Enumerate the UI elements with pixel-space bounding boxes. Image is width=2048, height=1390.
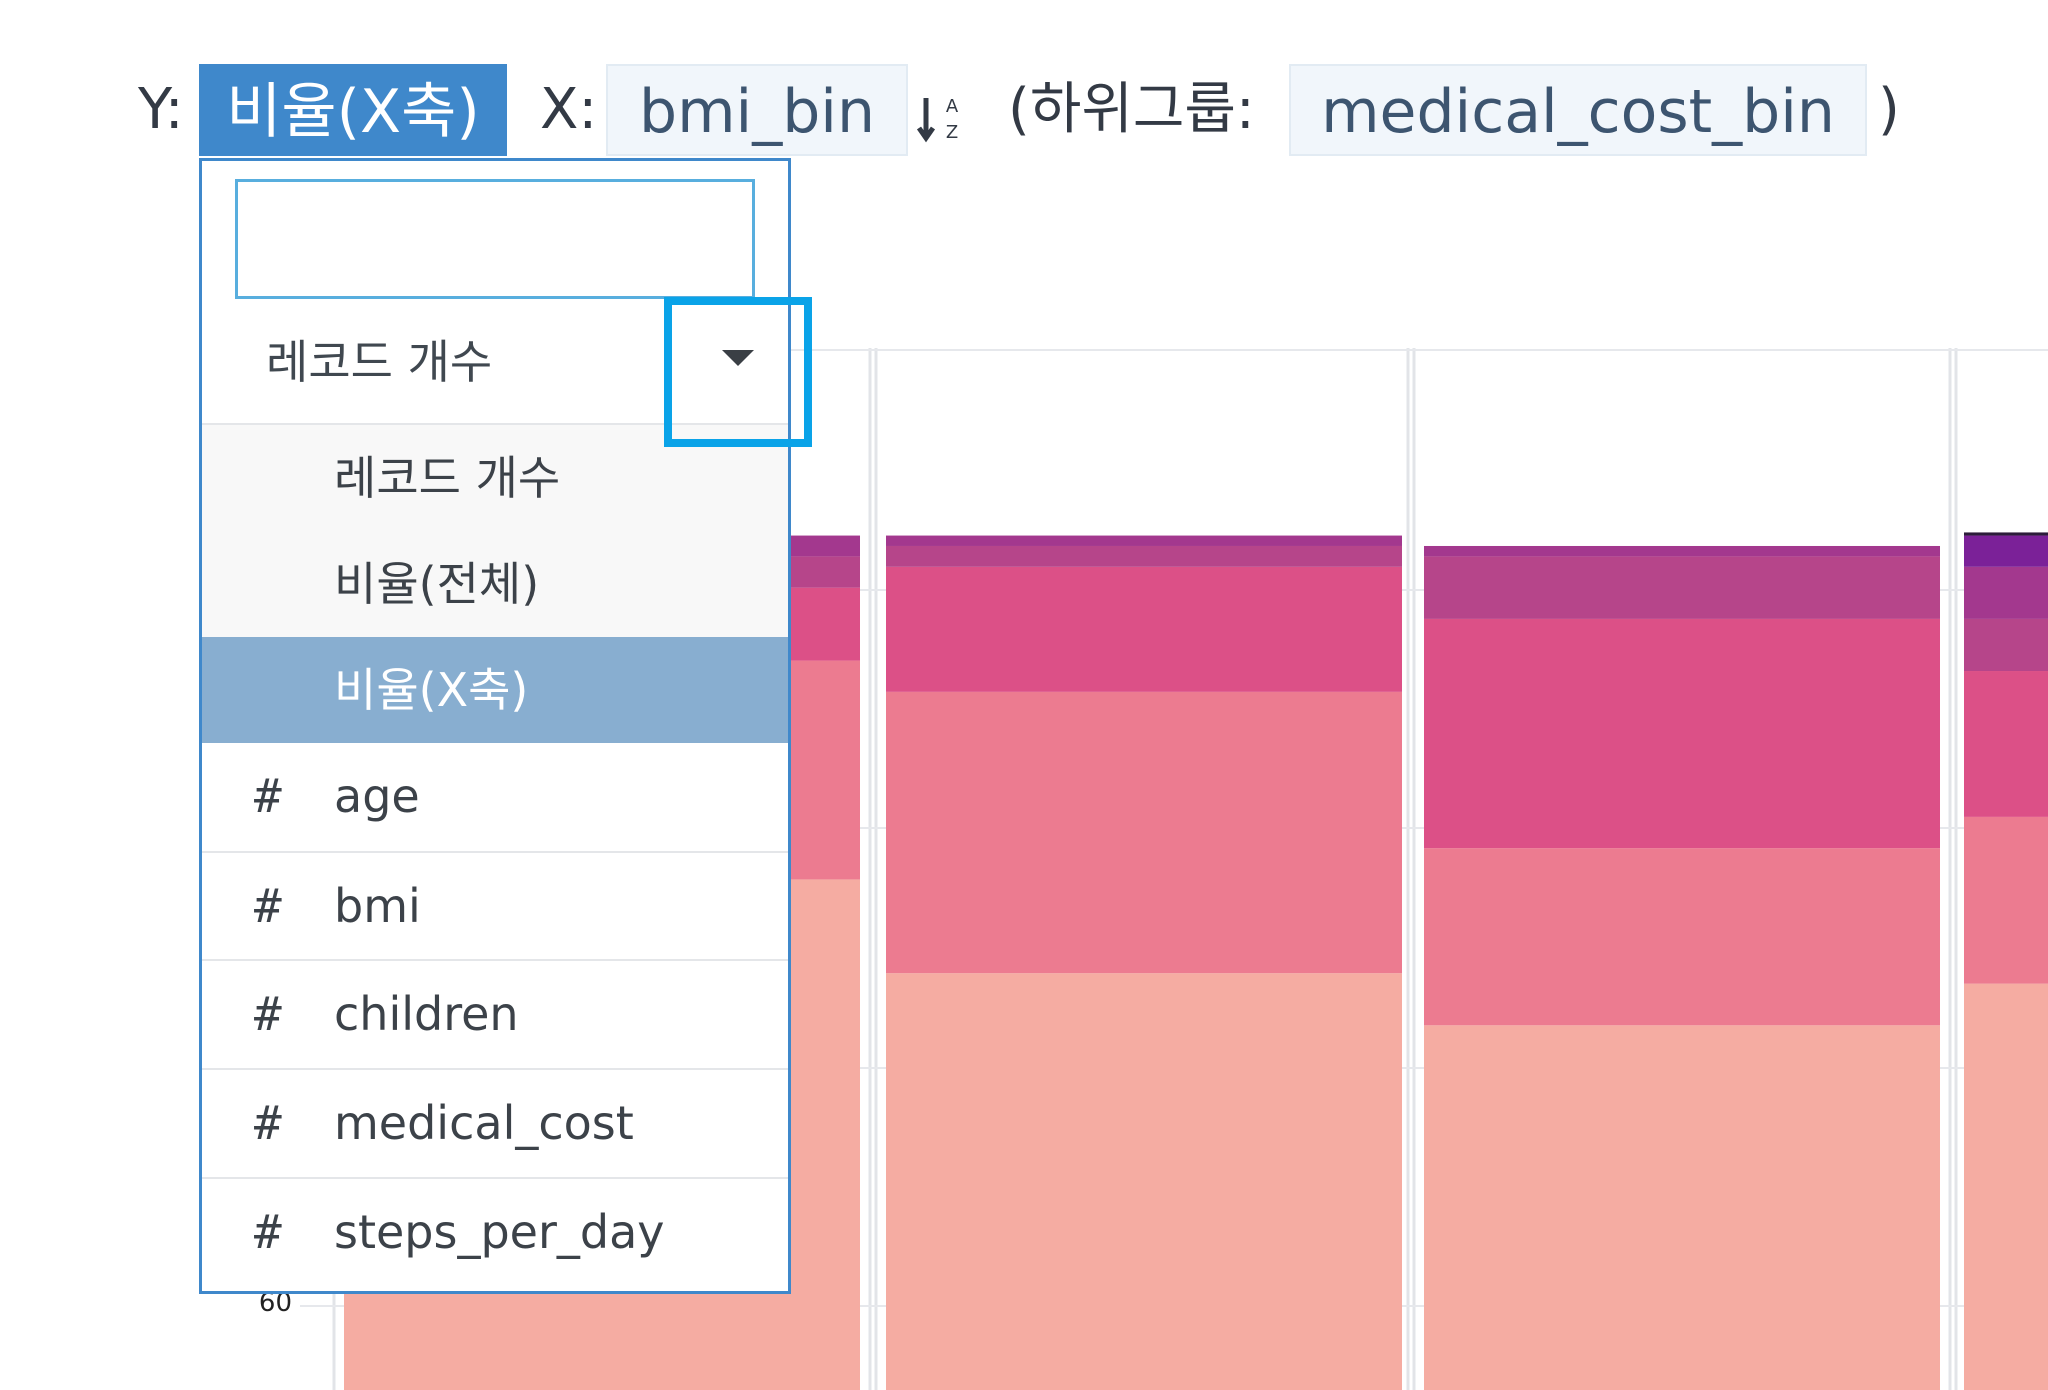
numeric-type-icon: # — [254, 769, 282, 823]
y-aggregation-chip[interactable]: 비율(X축) — [199, 64, 507, 156]
chevron-down-icon[interactable] — [722, 350, 754, 366]
numeric-type-icon: # — [254, 1096, 282, 1150]
bar-segment — [1964, 532, 2048, 536]
subgroup-label: (하위그룹: — [1008, 77, 1255, 142]
bar-segment — [886, 545, 1402, 567]
subgroup-field-chip[interactable]: medical_cost_bin — [1289, 64, 1867, 156]
bar-segment — [1964, 816, 2048, 984]
numeric-type-icon: # — [254, 1205, 282, 1259]
bar-segment — [1964, 566, 2048, 619]
bar-segment — [886, 535, 1402, 546]
field-option-bmi[interactable]: # bmi — [202, 853, 788, 961]
bar-segment — [1964, 671, 2048, 817]
y-axis-label: Y: — [138, 77, 184, 142]
numeric-type-icon: # — [254, 987, 282, 1041]
bar-segment — [1964, 618, 2048, 672]
bar-segment — [1964, 535, 2048, 567]
subgroup-close-paren: ) — [1878, 77, 1900, 142]
field-option-steps-per-day[interactable]: # steps_per_day — [202, 1179, 788, 1288]
field-option-label: age — [334, 769, 420, 823]
bar-segment — [1424, 545, 1940, 557]
option-ratio-x-axis[interactable]: 비율(X축) — [202, 637, 788, 743]
numeric-type-icon: # — [254, 879, 282, 933]
sort-az-icon[interactable]: A Z — [916, 92, 966, 144]
field-option-age[interactable]: # age — [202, 743, 788, 853]
bar-segment — [1964, 983, 2048, 1390]
bar-segment — [1424, 618, 1940, 849]
bar-segment — [886, 691, 1402, 974]
field-option-medical-cost[interactable]: # medical_cost — [202, 1070, 788, 1179]
y-aggregation-dropdown: 레코드 개수 레코드 개수 비율(전체) 비율(X축) # age # bmi … — [199, 158, 791, 1294]
dropdown-search-input[interactable] — [235, 179, 755, 299]
bar-segment — [1424, 556, 1940, 619]
field-option-label: bmi — [334, 879, 421, 933]
svg-text:A: A — [946, 96, 959, 117]
aggregation-select-value: 레코드 개수 — [266, 335, 493, 389]
field-option-label: children — [334, 987, 519, 1041]
x-field-chip[interactable]: bmi_bin — [606, 64, 908, 156]
option-ratio-total[interactable]: 비율(전체) — [202, 531, 788, 637]
field-option-label: steps_per_day — [334, 1205, 665, 1259]
field-option-children[interactable]: # children — [202, 961, 788, 1070]
field-option-label: medical_cost — [334, 1096, 634, 1150]
x-axis-label: X: — [540, 77, 598, 142]
bar-segment — [886, 566, 1402, 692]
bar-segment — [1424, 848, 1940, 1026]
option-record-count[interactable]: 레코드 개수 — [202, 425, 788, 531]
aggregation-select[interactable]: 레코드 개수 — [202, 299, 788, 425]
bar-segment — [886, 973, 1402, 1390]
bar-segment — [1424, 1025, 1940, 1390]
svg-text:Z: Z — [946, 122, 958, 143]
